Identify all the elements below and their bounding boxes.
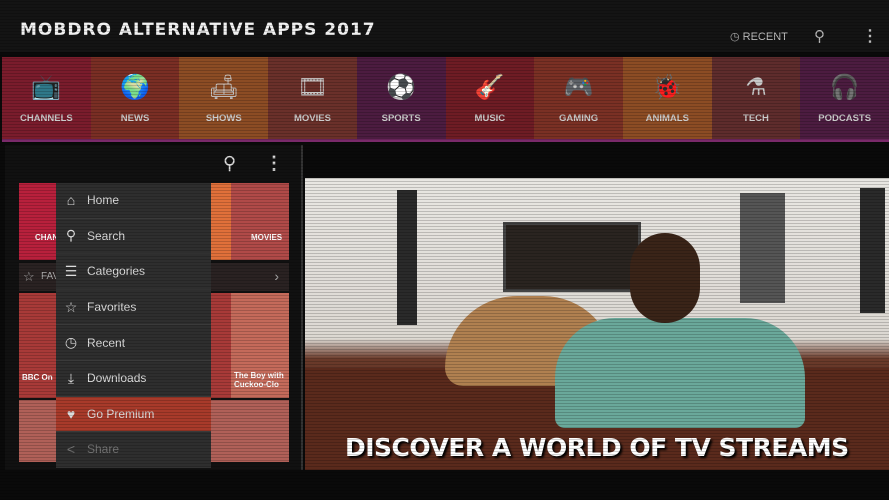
category-channels[interactable]: 📺 CHANNELS: [2, 57, 91, 139]
tile-channels[interactable]: CHAN: [19, 183, 59, 260]
category-label: TECH: [743, 112, 769, 124]
downloads-icon: ⤓: [67, 369, 75, 386]
tech-icon: ⚗: [745, 73, 767, 101]
man-head: [630, 233, 700, 323]
tile-orange: [211, 183, 231, 260]
category-music[interactable]: 🎸 MUSIC: [445, 57, 535, 139]
recent-icon: ◷: [64, 334, 78, 351]
category-label: SPORTS: [381, 112, 421, 124]
recent-button[interactable]: ◷ RECENT: [730, 30, 788, 43]
menu-item-search[interactable]: ⚲ Search: [56, 219, 211, 255]
category-label: NEWS: [120, 112, 150, 124]
category-shows[interactable]: 🛋 SHOWS: [179, 57, 269, 139]
menu-label: Downloads: [87, 371, 147, 386]
menu-label: Favorites: [87, 300, 137, 315]
movies-icon: 🎞: [297, 73, 328, 101]
menu-item-recent[interactable]: ◷ Recent: [56, 325, 211, 361]
app-title: MOBDRO ALTERNATIVE APPS 2017: [20, 20, 376, 40]
category-gaming[interactable]: 🎮 GAMING: [534, 57, 623, 139]
menu-label: Recent: [87, 335, 126, 350]
category-label: MUSIC: [474, 112, 506, 124]
category-podcasts[interactable]: 🎧 PODCASTS: [800, 57, 889, 139]
app-header: MOBDRO ALTERNATIVE APPS 2017 ◷ RECENT ⚲ …: [0, 0, 889, 52]
menu-label: Home: [87, 193, 120, 208]
chevron-right-icon: ›: [274, 268, 279, 284]
clock-icon: ◷: [730, 31, 743, 43]
news-icon: 🌍: [120, 73, 150, 101]
category-label: MOVIES: [293, 112, 331, 124]
animals-icon: 🐞: [652, 73, 683, 101]
shows-icon: 🛋: [208, 73, 239, 101]
category-label: SHOWS: [205, 112, 242, 124]
category-label: CHANNELS: [19, 112, 73, 124]
menu-label: Share: [87, 442, 120, 457]
category-tech[interactable]: ⚗ TECH: [711, 57, 801, 139]
more-vert-icon[interactable]: ⋮: [265, 153, 283, 174]
speaker-far: [860, 188, 885, 313]
gaming-icon: 🎮: [563, 73, 594, 101]
category-bar: 📺 CHANNELS 🌍 NEWS 🛋 SHOWS 🎞 MOVIES ⚽ SPORTS 🎸 MUSIC…: [2, 57, 889, 142]
tile-movies[interactable]: MOVIES: [231, 183, 289, 260]
recent-label: RECENT: [742, 31, 788, 43]
category-sports[interactable]: ⚽ SPORTS: [356, 57, 446, 139]
banner-tagline: DISCOVER A WORLD OF TV STREAMS: [345, 433, 849, 462]
tile-boy[interactable]: The Boy with Cuckoo-Clo: [231, 293, 289, 398]
menu-item-downloads[interactable]: ⤓ Downloads: [56, 361, 211, 397]
podcasts-icon: 🎧: [829, 73, 860, 101]
sports-icon: ⚽: [386, 73, 417, 101]
category-label: ANIMALS: [645, 112, 689, 124]
search-icon[interactable]: ⚲: [814, 27, 825, 45]
menu-item-go-premium[interactable]: ♥ Go Premium: [56, 396, 211, 433]
category-movies[interactable]: 🎞 MOVIES: [268, 57, 357, 139]
tile-label: BBC On: [22, 373, 53, 382]
search-icon[interactable]: ⚲: [223, 153, 236, 174]
star-icon: ☆: [23, 269, 35, 284]
category-label: GAMING: [559, 112, 599, 124]
man-figure: [555, 318, 805, 428]
share-icon: <: [66, 441, 76, 458]
channels-icon: 📺: [31, 73, 62, 101]
more-vert-icon[interactable]: ⋮: [862, 26, 878, 46]
menu-item-categories[interactable]: ☰ Categories: [56, 254, 211, 290]
speaker-left: [397, 190, 417, 325]
tile-label: CHAN: [35, 233, 59, 242]
menu-item-share[interactable]: < Share: [56, 432, 211, 468]
tile-label: The Boy with Cuckoo-Clo: [234, 371, 284, 389]
television: [503, 222, 641, 292]
menu-label: Categories: [87, 264, 146, 279]
banner-photo: [305, 178, 889, 470]
music-icon: 🎸: [474, 73, 505, 101]
categories-icon: ☰: [64, 262, 78, 279]
menu-label: Search: [87, 228, 126, 243]
search-icon: ⚲: [65, 227, 77, 244]
menu-item-home[interactable]: ⌂ Home: [56, 183, 211, 219]
category-animals[interactable]: 🐞 ANIMALS: [622, 57, 712, 139]
tile-bbc[interactable]: BBC On: [19, 293, 59, 398]
speaker-right: [740, 193, 785, 303]
favorites-icon: ☆: [64, 298, 78, 315]
category-news[interactable]: 🌍 NEWS: [90, 57, 180, 139]
go-premium-icon: ♥: [66, 405, 76, 422]
menu-item-favorites[interactable]: ☆ Favorites: [56, 290, 211, 326]
navigation-drawer: ⌂ Home ⚲ Search ☰ Categories ☆ Favorites ◷ Recent…: [56, 183, 211, 468]
menu-label: Go Premium: [87, 406, 155, 421]
home-icon: ⌂: [66, 192, 76, 209]
tile-label: MOVIES: [251, 233, 283, 242]
category-label: PODCASTS: [818, 112, 872, 124]
